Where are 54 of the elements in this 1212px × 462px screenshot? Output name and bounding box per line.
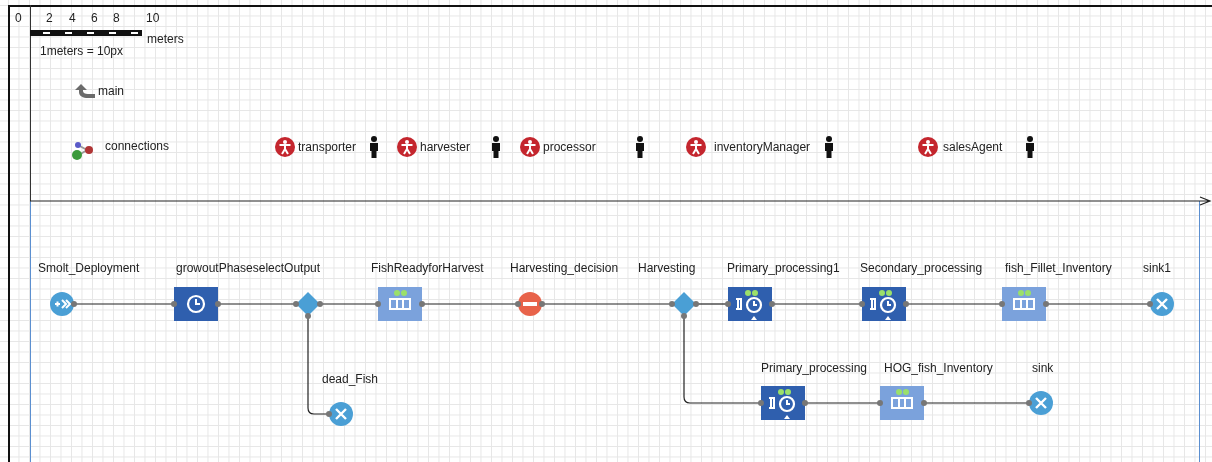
agent-label: inventoryManager [714, 140, 811, 154]
block-label: growoutPhaseselectOutput [176, 261, 321, 275]
block-label: Harvesting_decision [510, 261, 619, 275]
sink-block [1147, 289, 1177, 319]
select-output-block [293, 289, 323, 319]
person-badge-icon [686, 137, 706, 157]
block-label: Secondary_processing [860, 261, 983, 275]
ruler-label: 8 [113, 11, 120, 25]
sink-block [326, 399, 356, 429]
sink-block [1026, 388, 1056, 418]
source-block [47, 289, 77, 319]
person-badge-icon [918, 137, 938, 157]
agent-label: transporter [298, 140, 357, 154]
ruler-label: 10 [146, 11, 160, 25]
scale-unit: meters [147, 32, 184, 46]
block-label: Primary_processing1 [727, 261, 840, 275]
service-block [758, 383, 808, 423]
person-badge-icon [520, 137, 540, 157]
agent-label: harvester [420, 140, 471, 154]
ruler-label: 0 [15, 11, 22, 25]
block-label: dead_Fish [322, 372, 379, 386]
person-icon [635, 136, 645, 158]
delay-block [171, 284, 221, 324]
curved-arrow-icon [74, 81, 96, 99]
connections-label: connections [105, 139, 170, 153]
person-icon [369, 136, 379, 158]
person-icon [1025, 136, 1035, 158]
block-label: fish_Fillet_Inventory [1005, 261, 1112, 275]
connections-icon [70, 141, 96, 161]
agent-label: salesAgent [943, 140, 1003, 154]
ruler-label: 2 [46, 11, 53, 25]
hold-block [515, 289, 545, 319]
block-label: HOG_fish_Inventory [884, 361, 993, 375]
scale-caption: 1meters = 10px [40, 44, 124, 58]
block-label: sink1 [1143, 261, 1171, 275]
service-block [725, 284, 775, 324]
ruler-label: 4 [69, 11, 76, 25]
queue-block [877, 383, 927, 423]
main-label: main [98, 84, 124, 98]
select-output-block [669, 289, 699, 319]
person-icon [824, 136, 834, 158]
ruler-label: 6 [91, 11, 98, 25]
block-label: Harvesting [638, 261, 696, 275]
block-label: FishReadyforHarvest [371, 261, 484, 275]
block-label: sink [1032, 361, 1054, 375]
agent-label: processor [543, 140, 596, 154]
queue-block [375, 284, 425, 324]
block-label: Primary_processing [761, 361, 868, 375]
queue-block [999, 284, 1049, 324]
person-badge-icon [397, 137, 417, 157]
person-icon [491, 136, 501, 158]
block-label: Smolt_Deployment [38, 261, 140, 275]
service-block [859, 284, 909, 324]
person-badge-icon [275, 137, 295, 157]
